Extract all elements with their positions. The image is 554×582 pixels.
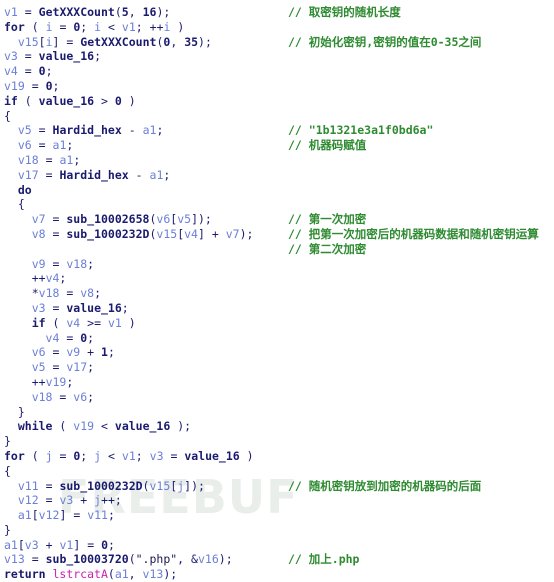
code-line-text: do bbox=[17, 182, 32, 197]
code-line-text: v7 = sub_10002658(v6[v5]); bbox=[31, 212, 212, 227]
code-line[interactable]: v3 = value_16; bbox=[4, 49, 554, 64]
code-line[interactable]: } bbox=[4, 523, 554, 538]
code-comment: // 加上.php bbox=[288, 552, 360, 567]
code-line-text: v3 = value_16; bbox=[31, 300, 129, 315]
code-line-text: for ( i = 0; i < v1; ++i ) bbox=[4, 19, 185, 34]
code-line[interactable]: { bbox=[4, 464, 554, 479]
code-line[interactable]: ++v19; bbox=[4, 375, 554, 390]
code-comment: // 随机密钥放到加密的机器码的后面 bbox=[288, 478, 482, 493]
code-line[interactable]: v4 = 0; bbox=[4, 331, 554, 346]
code-line[interactable]: return lstrcatA(a1, v13); bbox=[4, 567, 554, 582]
code-line[interactable]: if ( value_16 > 0 ) bbox=[4, 94, 554, 109]
code-line[interactable]: v18 = v6; bbox=[4, 390, 554, 405]
code-line[interactable]: while ( v19 < value_16 ); bbox=[4, 419, 554, 434]
code-line-text: } bbox=[17, 404, 25, 419]
code-line[interactable]: v19 = 0; bbox=[4, 79, 554, 94]
code-comment: // 第一次加密 bbox=[288, 212, 367, 227]
code-line-text: v4 = 0; bbox=[4, 64, 53, 79]
code-line-text: for ( j = 0; j < v1; v3 = value_16 ) bbox=[4, 448, 254, 463]
code-line-text: v19 = 0; bbox=[4, 78, 60, 93]
code-line[interactable]: v6 = v9 + 1; bbox=[4, 345, 554, 360]
code-line-text: v5 = Hardid_hex - a1; bbox=[17, 123, 164, 138]
code-line[interactable]: do bbox=[4, 183, 554, 198]
code-line-text: { bbox=[4, 108, 11, 123]
code-line[interactable]: v18 = a1; bbox=[4, 153, 554, 168]
code-line[interactable]: v12 = v3 + j++; bbox=[4, 493, 554, 508]
code-line[interactable]: v7 = sub_10002658(v6[v5]); // 第一次加密 bbox=[4, 212, 554, 227]
code-line-text: v1 = GetXXXCount(5, 16); bbox=[4, 5, 171, 19]
code-line-text: v18 = a1; bbox=[17, 152, 81, 167]
code-line-text: v11 = sub_1000232D(v15[j]); bbox=[17, 478, 205, 493]
code-line[interactable]: ++v4; bbox=[4, 271, 554, 286]
code-line-text: a1[v3 + v1] = 0; bbox=[4, 537, 115, 552]
code-line-text: ++v4; bbox=[31, 271, 67, 286]
code-line[interactable]: for ( i = 0; i < v1; ++i ) bbox=[4, 20, 554, 35]
code-line-text: { bbox=[17, 197, 25, 212]
code-comment: // 第二次加密 bbox=[288, 241, 367, 256]
code-line-text: v13 = sub_10003720(".php", &v16); bbox=[4, 552, 233, 567]
code-comment: // 机器码赋值 bbox=[288, 138, 367, 153]
code-line[interactable]: *v18 = v8; bbox=[4, 286, 554, 301]
code-line-text: ++v19; bbox=[31, 374, 74, 389]
code-line[interactable]: v4 = 0; bbox=[4, 64, 554, 79]
code-line[interactable]: } bbox=[4, 405, 554, 420]
code-line[interactable]: v5 = v17; bbox=[4, 360, 554, 375]
code-pane[interactable]: v1 = GetXXXCount(5, 16); // 取密钥的随机长度 for (… bbox=[0, 0, 554, 582]
code-line-text: v17 = Hardid_hex - a1; bbox=[17, 167, 171, 182]
decompiler-pseudocode-view: FREEBUF v1 = GetXXXCount(5, 16);// 取密钥的随… bbox=[0, 0, 554, 581]
code-line-text: v12 = v3 + j++; bbox=[17, 493, 122, 508]
code-line[interactable]: v3 = value_16; bbox=[4, 301, 554, 316]
code-line-text: a1[v12] = v11; bbox=[17, 508, 115, 523]
code-line-text: if ( v4 >= v1 ) bbox=[31, 315, 136, 330]
code-line[interactable]: v8 = sub_1000232D(v15[v4] + v7); // 把第一次加… bbox=[4, 227, 554, 242]
code-line-text: v5 = v17; bbox=[31, 360, 95, 375]
code-comment: // 把第一次加密后的机器码数据和随机密钥运算 bbox=[288, 226, 539, 241]
code-line[interactable]: v9 = v18; bbox=[4, 257, 554, 272]
code-line[interactable]: a1[v3 + v1] = 0; bbox=[4, 538, 554, 553]
code-line[interactable]: v6 = a1; // 机器码赋值 bbox=[4, 138, 554, 153]
code-line-text: v4 = 0; bbox=[45, 330, 95, 345]
code-line-text: v8 = sub_1000232D(v15[v4] + v7); bbox=[31, 226, 254, 241]
code-comment: // "1b1321e3a1f0bd6a" bbox=[288, 123, 434, 138]
code-line[interactable]: { bbox=[4, 197, 554, 212]
code-line-text: v15[i] = GetXXXCount(0, 35); bbox=[17, 34, 212, 49]
code-comment: // 初始化密钥,密钥的值在0-35之间 bbox=[288, 34, 482, 49]
code-line-text: { bbox=[4, 463, 11, 478]
code-line[interactable]: a1[v12] = v11; bbox=[4, 508, 554, 523]
code-line-text: while ( v19 < value_16 ); bbox=[17, 419, 192, 434]
code-line-text: *v18 = v8; bbox=[31, 286, 102, 301]
code-line-text: } bbox=[4, 434, 11, 449]
code-line[interactable]: v13 = sub_10003720(".php", &v16); // 加上.p… bbox=[4, 552, 554, 567]
code-line[interactable]: v5 = Hardid_hex - a1; // "1b1321e3a1f0bd6… bbox=[4, 123, 554, 138]
code-line-text: if ( value_16 > 0 ) bbox=[4, 93, 136, 108]
code-line[interactable]: } bbox=[4, 434, 554, 449]
code-line[interactable]: v11 = sub_1000232D(v15[j]); // 随机密钥放到加密的机… bbox=[4, 479, 554, 494]
code-line[interactable]: v17 = Hardid_hex - a1; bbox=[4, 168, 554, 183]
code-line[interactable]: { bbox=[4, 109, 554, 124]
code-line-text: return lstrcatA(a1, v13); bbox=[4, 567, 178, 582]
code-line-text: v6 = v9 + 1; bbox=[31, 345, 115, 360]
code-line[interactable]: v1 = GetXXXCount(5, 16); // 取密钥的随机长度 bbox=[4, 5, 554, 20]
code-line-text: } bbox=[4, 522, 11, 537]
code-line-text: v3 = value_16; bbox=[4, 49, 101, 64]
code-line[interactable]: if ( v4 >= v1 ) bbox=[4, 316, 554, 331]
code-comment: // 取密钥的随机长度 bbox=[288, 5, 401, 19]
code-line-text: v6 = a1; bbox=[17, 138, 74, 153]
code-line-text: v9 = v18; bbox=[31, 256, 95, 271]
code-line-text: v18 = v6; bbox=[31, 389, 95, 404]
code-line[interactable]: // 第二次加密 bbox=[4, 242, 554, 257]
code-line[interactable]: for ( j = 0; j < v1; v3 = value_16 ) bbox=[4, 449, 554, 464]
code-line[interactable]: v15[i] = GetXXXCount(0, 35); // 初始化密钥,密钥的… bbox=[4, 35, 554, 50]
